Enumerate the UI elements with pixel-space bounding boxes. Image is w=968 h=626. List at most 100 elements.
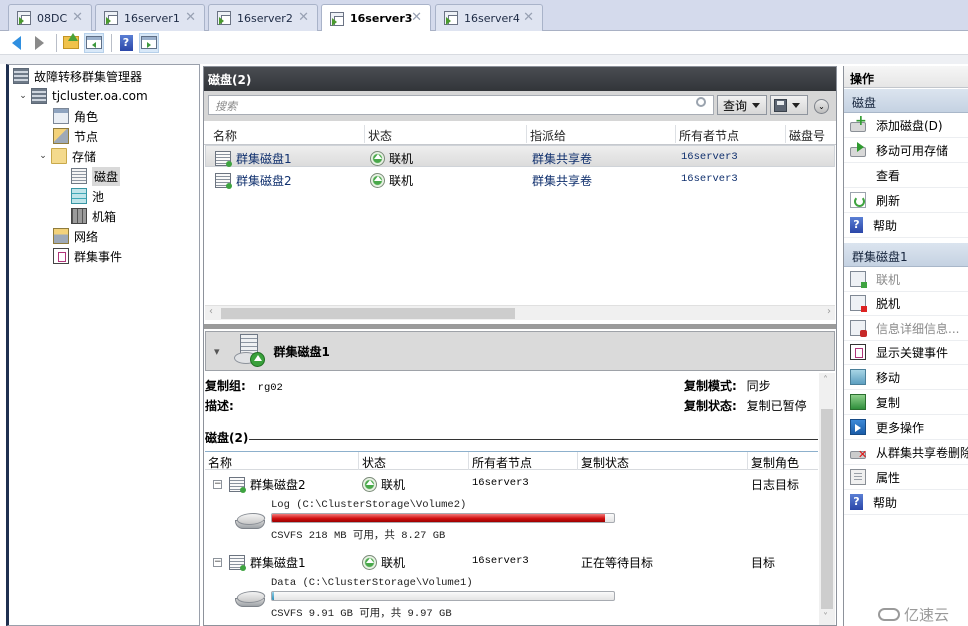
tree-item-disks[interactable]: 磁盘 bbox=[71, 166, 121, 186]
show-hide-console-tree-button[interactable] bbox=[84, 32, 104, 53]
close-icon[interactable]: ✕ bbox=[411, 10, 422, 25]
search-icon[interactable] bbox=[696, 97, 706, 107]
cluster-disk-online-icon bbox=[233, 334, 268, 368]
expand-collapse-button[interactable]: ⌄ bbox=[814, 99, 829, 114]
column-header-replication-role[interactable]: 复制角色 bbox=[751, 454, 799, 471]
action-group-cluster-disk-1[interactable]: 群集磁盘1 bbox=[844, 243, 968, 267]
tab-label: 16server4 bbox=[464, 11, 520, 25]
action-help-disk[interactable]: ? 帮助 bbox=[844, 490, 968, 515]
disk-replication-role: 日志目标 bbox=[751, 478, 800, 492]
column-divider[interactable] bbox=[747, 452, 748, 470]
action-label: 更多操作 bbox=[876, 420, 925, 435]
column-divider[interactable] bbox=[358, 452, 359, 470]
show-hide-action-pane-icon bbox=[141, 36, 157, 49]
back-button[interactable] bbox=[6, 33, 26, 53]
scroll-left-icon[interactable]: ‹ bbox=[209, 306, 213, 317]
volume-item: Log (C:\ClusterStorage\Volume2) CSVFS 21… bbox=[234, 499, 635, 547]
action-refresh[interactable]: 刷新 bbox=[844, 188, 968, 213]
collapse-icon[interactable]: − bbox=[213, 480, 222, 489]
chevron-down-icon[interactable]: ▾ bbox=[214, 345, 220, 358]
action-take-offline[interactable]: 脱机 bbox=[844, 291, 968, 316]
toolbar-separator bbox=[56, 33, 57, 52]
action-move[interactable]: 移动 bbox=[844, 365, 968, 390]
column-header-status[interactable]: 状态 bbox=[368, 127, 392, 144]
detail-disk-row[interactable]: − 群集磁盘2 联机 16server3 日志目标 bbox=[205, 472, 818, 494]
table-row[interactable]: 群集磁盘2 联机 群集共享卷 16server3 bbox=[205, 168, 835, 190]
action-move-available-storage[interactable]: 移动可用存储 bbox=[844, 138, 968, 163]
column-header-status[interactable]: 状态 bbox=[362, 454, 386, 471]
tree-item-storage[interactable]: ⌄ 存储 bbox=[37, 146, 96, 166]
action-replication[interactable]: 复制 bbox=[844, 390, 968, 415]
column-header-name[interactable]: 名称 bbox=[208, 454, 232, 471]
column-divider[interactable] bbox=[526, 125, 527, 143]
action-more-actions[interactable]: 更多操作 bbox=[844, 415, 968, 440]
action-information-details[interactable]: 信息详细信息... bbox=[844, 316, 968, 341]
horizontal-scrollbar[interactable]: ‹ › bbox=[205, 305, 835, 320]
tab-16server1[interactable]: 16server1 ✕ bbox=[95, 4, 205, 31]
tab-16server2[interactable]: 16server2 ✕ bbox=[208, 4, 318, 31]
column-header-owner-node[interactable]: 所有者节点 bbox=[679, 127, 739, 144]
disk-name: 群集磁盘1 bbox=[236, 152, 292, 166]
save-query-button[interactable] bbox=[770, 95, 808, 115]
forward-button[interactable] bbox=[29, 33, 49, 53]
show-hide-action-pane-button[interactable] bbox=[139, 32, 159, 53]
column-header-name[interactable]: 名称 bbox=[213, 127, 237, 144]
tree-item-label: 网络 bbox=[74, 229, 99, 244]
action-help[interactable]: ? 帮助 bbox=[844, 213, 968, 238]
column-header-replication-status[interactable]: 复制状态 bbox=[581, 454, 629, 471]
query-button[interactable]: 查询 bbox=[717, 95, 767, 115]
column-divider[interactable] bbox=[364, 125, 365, 143]
close-icon[interactable]: ✕ bbox=[72, 10, 83, 25]
action-view[interactable]: 查看 bbox=[844, 163, 968, 188]
column-divider[interactable] bbox=[785, 125, 786, 143]
close-icon[interactable]: ✕ bbox=[298, 10, 309, 25]
chevron-down-icon[interactable]: ⌄ bbox=[37, 151, 49, 161]
chevron-down-icon[interactable]: ⌄ bbox=[17, 91, 29, 101]
tree-item-networks[interactable]: 网络 bbox=[53, 226, 98, 246]
tab-08dc[interactable]: 08DC ✕ bbox=[8, 4, 92, 31]
watermark-text: 亿速云 bbox=[904, 606, 950, 624]
pane-splitter[interactable] bbox=[204, 324, 836, 329]
tree-item-cluster-events[interactable]: 群集事件 bbox=[53, 246, 122, 266]
disk-owner-node: 16server3 bbox=[472, 555, 529, 567]
action-add-disk[interactable]: 添加磁盘(D) bbox=[844, 113, 968, 138]
close-icon[interactable]: ✕ bbox=[523, 10, 534, 25]
detail-disk-row[interactable]: − 群集磁盘1 联机 16server3 正在等待目标 目标 bbox=[205, 550, 818, 572]
scrollbar-thumb[interactable] bbox=[821, 409, 833, 609]
action-bring-online[interactable]: 联机 bbox=[844, 267, 968, 292]
close-icon[interactable]: ✕ bbox=[185, 10, 196, 25]
tree-item-cluster[interactable]: ⌄ tjcluster.oa.com bbox=[17, 86, 148, 106]
tree-item-roles[interactable]: 角色 bbox=[53, 106, 98, 126]
tab-16server4[interactable]: 16server4 ✕ bbox=[435, 4, 543, 31]
column-header-disk-number[interactable]: 磁盘号 bbox=[789, 127, 825, 144]
scrollbar-thumb[interactable] bbox=[221, 308, 515, 319]
help-button[interactable]: ? bbox=[116, 33, 136, 53]
action-remove-from-csv[interactable]: 从群集共享卷删除 bbox=[844, 440, 968, 465]
table-row[interactable]: 群集磁盘1 联机 群集共享卷 16server3 bbox=[205, 145, 835, 167]
scroll-up-icon[interactable]: ˄ bbox=[823, 375, 828, 386]
chevron-down-icon: ⌄ bbox=[818, 102, 825, 111]
action-show-critical-events[interactable]: 显示关键事件 bbox=[844, 340, 968, 365]
collapse-icon[interactable]: − bbox=[213, 558, 222, 567]
scroll-down-icon[interactable]: ˅ bbox=[823, 612, 828, 623]
up-one-level-button[interactable] bbox=[61, 33, 81, 53]
scroll-right-icon[interactable]: › bbox=[827, 306, 831, 317]
tree-item-label: 角色 bbox=[74, 109, 99, 124]
vertical-scrollbar[interactable]: ˄ ˅ bbox=[819, 373, 835, 625]
tree-item-pools[interactable]: 池 bbox=[71, 186, 104, 206]
field-label: 复制模式: bbox=[684, 379, 737, 393]
tree-item-nodes[interactable]: 节点 bbox=[53, 126, 98, 146]
action-properties[interactable]: 属性 bbox=[844, 465, 968, 490]
cluster-disk-icon bbox=[229, 477, 246, 493]
column-header-owner-node[interactable]: 所有者节点 bbox=[472, 454, 532, 471]
add-disk-icon bbox=[850, 113, 867, 132]
tree-item-enclosures[interactable]: 机箱 bbox=[71, 206, 116, 226]
search-input[interactable]: 搜索 bbox=[208, 95, 714, 115]
column-divider[interactable] bbox=[577, 452, 578, 470]
column-header-assigned-to[interactable]: 指派给 bbox=[530, 127, 566, 144]
tree-item-failover-cluster-manager[interactable]: 故障转移群集管理器 bbox=[13, 66, 142, 86]
column-divider[interactable] bbox=[675, 125, 676, 143]
tab-16server3[interactable]: 16server3 ✕ bbox=[321, 4, 431, 32]
action-group-disks[interactable]: 磁盘 bbox=[844, 89, 968, 113]
column-divider[interactable] bbox=[468, 452, 469, 470]
